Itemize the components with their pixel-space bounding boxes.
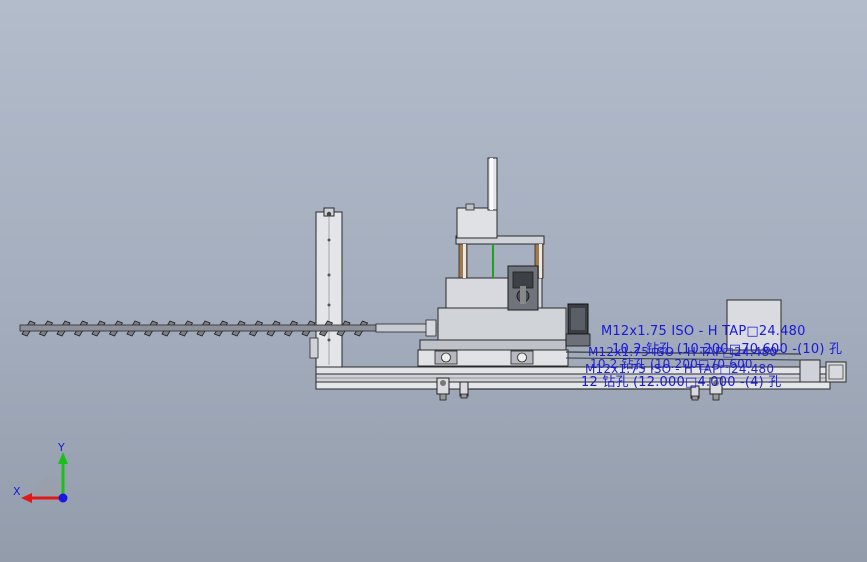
x-axis-label: X (13, 485, 21, 498)
machine-assembly-model[interactable] (0, 0, 867, 562)
y-axis-label: Y (57, 441, 65, 454)
coordinate-triad-icon: X Y (13, 441, 68, 503)
vertical-column[interactable] (309, 207, 343, 368)
upper-lift-frame[interactable] (455, 157, 545, 279)
gear-motor[interactable] (507, 265, 539, 311)
drive-motor[interactable] (565, 303, 591, 347)
hole-callout-annotation[interactable]: 12 钻孔 (12.000□4.000 -(4) 孔 (581, 371, 781, 390)
cad-graphics-viewport[interactable]: M12x1.75 ISO - H TAP□24.480 10.2 钻孔 (10.… (0, 0, 867, 562)
main-gear-housing[interactable] (417, 277, 569, 367)
hole-callout-annotation[interactable]: M12x1.75 ISO - H TAP□24.480 (601, 324, 806, 339)
